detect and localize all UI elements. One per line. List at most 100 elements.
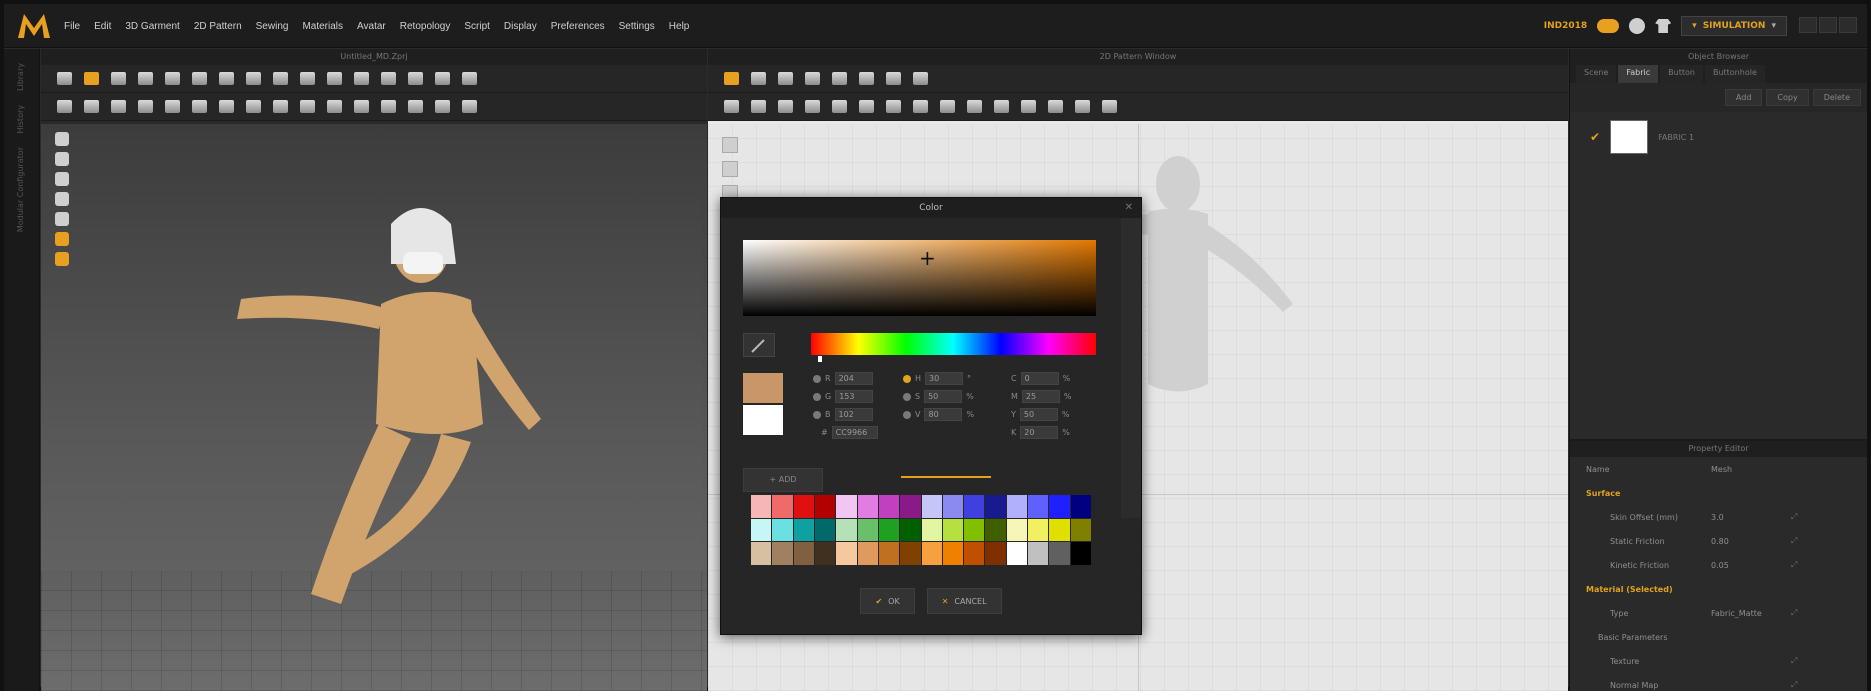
add-color-button[interactable]: + ADD <box>743 468 823 492</box>
menu-item-retopology[interactable]: Retopology <box>400 21 451 32</box>
palette-swatch[interactable] <box>793 518 814 542</box>
radio-h[interactable] <box>903 374 911 383</box>
tool-icon[interactable] <box>84 100 99 113</box>
tool-icon[interactable] <box>1021 100 1036 113</box>
expand-icon[interactable]: ⤢ <box>1791 560 1797 570</box>
tool-icon[interactable] <box>1102 100 1117 113</box>
palette-swatch[interactable] <box>900 518 921 542</box>
property-row[interactable]: Normal Map ⤢ <box>1570 673 1867 697</box>
tool-icon[interactable] <box>300 72 315 85</box>
palette-swatch[interactable] <box>878 495 900 518</box>
input-b[interactable]: 102 <box>834 408 873 421</box>
property-row[interactable]: Static Friction 0.80 ⤢ <box>1570 529 1867 553</box>
tool-icon[interactable] <box>805 72 820 85</box>
input-k[interactable]: 20 <box>1020 426 1059 439</box>
tool-icon[interactable] <box>778 72 793 85</box>
tool-icon[interactable] <box>219 100 234 113</box>
tool-icon[interactable] <box>192 72 207 85</box>
tool-icon[interactable] <box>57 100 72 113</box>
palette-swatch[interactable] <box>751 542 772 565</box>
palette-swatch[interactable] <box>793 495 814 518</box>
tool-icon[interactable] <box>913 72 928 85</box>
palette-swatch[interactable] <box>985 495 1006 518</box>
select-tool-icon[interactable] <box>57 72 72 85</box>
expand-icon[interactable]: ⤢ <box>1791 512 1797 522</box>
tool-icon[interactable] <box>940 100 955 113</box>
radio-r[interactable] <box>813 374 821 383</box>
tool-icon[interactable] <box>724 100 739 113</box>
palette-swatch[interactable] <box>1049 495 1070 518</box>
add-fabric-button[interactable]: Add <box>1724 89 1763 106</box>
palette-swatch[interactable] <box>1028 542 1049 565</box>
property-value[interactable]: 0.05 <box>1711 561 1791 570</box>
eyedropper-button[interactable] <box>743 333 775 357</box>
delete-fabric-button[interactable]: Delete <box>1812 89 1861 106</box>
input-c[interactable]: 0 <box>1020 372 1059 385</box>
tab-buttonhole[interactable]: Buttonhole <box>1704 65 1765 83</box>
tool-icon[interactable] <box>381 72 396 85</box>
palette-swatch[interactable] <box>1070 542 1091 565</box>
tool-icon[interactable] <box>913 100 928 113</box>
property-row[interactable]: Type Fabric_Matte ⤢ <box>1570 601 1867 625</box>
pattern-texture-icon[interactable] <box>722 161 738 177</box>
input-m[interactable]: 25 <box>1021 390 1060 403</box>
palette-swatch[interactable] <box>942 518 964 542</box>
tool-icon[interactable] <box>462 72 477 85</box>
copy-fabric-button[interactable]: Copy <box>1766 89 1809 106</box>
tool-icon[interactable] <box>138 72 153 85</box>
palette-swatch[interactable] <box>836 495 857 518</box>
input-r[interactable]: 204 <box>834 372 873 385</box>
tool-icon[interactable] <box>832 72 847 85</box>
property-row[interactable]: Kinetic Friction 0.05 ⤢ <box>1570 553 1867 577</box>
menu-item-edit[interactable]: Edit <box>94 21 111 32</box>
palette-swatch[interactable] <box>836 518 857 542</box>
fabric-list-item[interactable]: ✔ FABRIC 1 <box>1570 112 1867 162</box>
expand-icon[interactable]: ⤢ <box>1791 608 1797 618</box>
palette-swatch[interactable] <box>857 495 878 518</box>
menu-item-help[interactable]: Help <box>669 21 690 32</box>
tab-button[interactable]: Button <box>1660 65 1703 83</box>
tool-icon[interactable] <box>805 100 820 113</box>
palette-swatch[interactable] <box>1006 518 1028 542</box>
tool-icon[interactable] <box>246 72 261 85</box>
palette-swatch[interactable] <box>921 518 942 542</box>
palette-swatch[interactable] <box>1028 518 1049 542</box>
tool-icon[interactable] <box>408 100 423 113</box>
tool-icon[interactable] <box>273 72 288 85</box>
tool-icon[interactable] <box>354 72 369 85</box>
palette-swatch[interactable] <box>814 495 836 518</box>
saturation-value-field[interactable]: + <box>743 240 1096 316</box>
input-h[interactable]: 30 <box>925 372 964 385</box>
menu-item-file[interactable]: File <box>64 21 80 32</box>
minimize-button[interactable] <box>1799 16 1817 33</box>
menu-item-preferences[interactable]: Preferences <box>551 21 605 32</box>
swatch-size-slider[interactable] <box>901 476 991 478</box>
menu-item-sewing[interactable]: Sewing <box>256 21 289 32</box>
sidebar-history[interactable]: History <box>16 105 25 133</box>
ok-button[interactable]: ✔ OK <box>860 588 915 614</box>
palette-swatch[interactable] <box>921 542 942 565</box>
palette-swatch[interactable] <box>921 495 942 518</box>
tool-icon[interactable] <box>219 72 234 85</box>
input-hex[interactable]: CC9966 <box>831 426 878 439</box>
palette-swatch[interactable] <box>985 542 1006 565</box>
palette-swatch[interactable] <box>942 495 964 518</box>
menu-item-2d-pattern[interactable]: 2D Pattern <box>194 21 242 32</box>
tool-icon[interactable] <box>408 72 423 85</box>
palette-swatch[interactable] <box>857 542 878 565</box>
palette-swatch[interactable] <box>1028 495 1049 518</box>
tool-icon[interactable] <box>273 100 288 113</box>
property-value[interactable]: 3.0 <box>1711 513 1791 522</box>
tool-icon[interactable] <box>111 72 126 85</box>
palette-swatch[interactable] <box>814 542 836 565</box>
palette-swatch[interactable] <box>985 518 1006 542</box>
palette-swatch[interactable] <box>772 518 793 542</box>
palette-swatch[interactable] <box>878 542 900 565</box>
simulation-mode-dropdown[interactable]: ▾ SIMULATION ▾ <box>1681 16 1787 36</box>
radio-b[interactable] <box>813 410 821 419</box>
property-row[interactable]: Basic Parameters <box>1570 625 1867 649</box>
input-y[interactable]: 50 <box>1019 408 1058 421</box>
palette-swatch[interactable] <box>1070 495 1091 518</box>
tool-icon[interactable] <box>886 100 901 113</box>
palette-swatch[interactable] <box>900 495 921 518</box>
